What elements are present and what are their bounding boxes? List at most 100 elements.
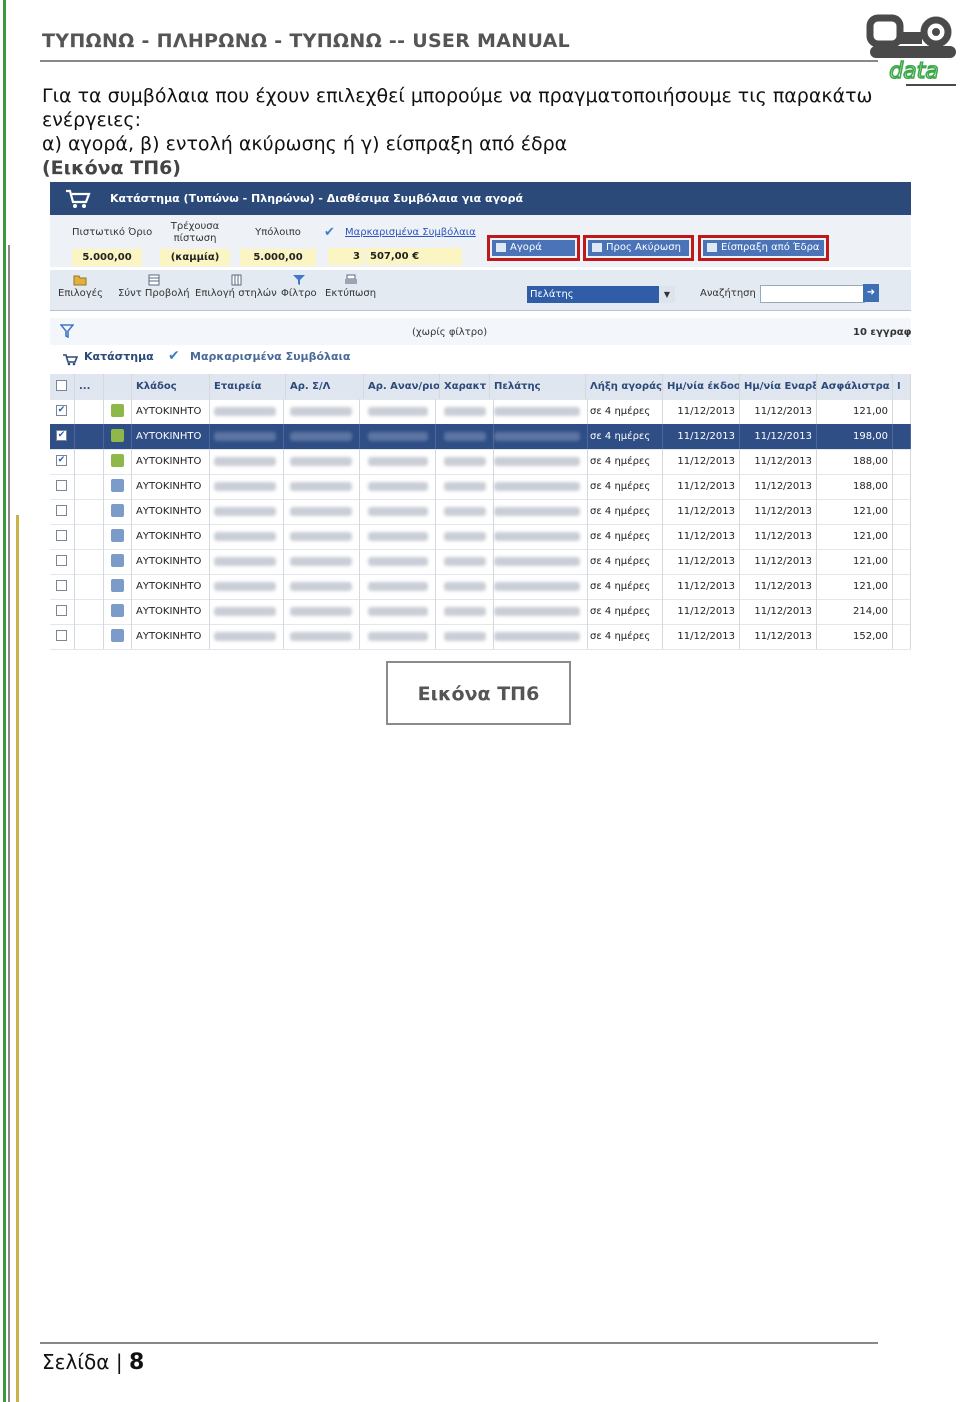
compact-view-tool[interactable]: Σύντ Προβολή — [118, 274, 190, 299]
redacted-value — [494, 532, 580, 541]
expiry-cell: σε 4 ημέρες — [586, 499, 663, 524]
row-spacer-cell — [75, 524, 104, 549]
premium-cell: 214,00 — [817, 599, 893, 624]
column-header[interactable]: Αρ. Αναν/ριου — [364, 374, 440, 399]
column-header[interactable]: Ημ/νία έκδοσ — [663, 374, 740, 399]
extra-cell — [893, 624, 911, 649]
table-row[interactable]: ΑΥΤΟΚΙΝΗΤΟ σε 4 ημέρες 11/12/2013 11/12/201… — [50, 549, 911, 575]
tab-store[interactable]: Κατάστημα — [84, 350, 154, 363]
column-header[interactable]: Αρ. Σ/Λ — [286, 374, 364, 399]
row-checkbox[interactable] — [56, 530, 67, 541]
table-row[interactable]: ΑΥΤΟΚΙΝΗΤΟ σε 4 ημέρες 11/12/2013 11/12/201… — [50, 474, 911, 500]
redacted-cell — [210, 549, 284, 574]
buy-button[interactable]: Αγορά — [487, 235, 580, 261]
buy-label: Αγορά — [510, 242, 542, 253]
print-label: Εκτύπωση — [325, 288, 377, 299]
cancel-icon — [592, 243, 602, 252]
redacted-cell — [286, 424, 360, 449]
start-date-cell: 11/12/2013 — [740, 524, 817, 549]
redacted-cell — [210, 499, 284, 524]
tab-marked-contracts[interactable]: Μαρκαρισμένα Συμβόλαια — [190, 350, 350, 363]
row-select-cell: ✔ — [50, 449, 75, 474]
print-tool[interactable]: Εκτύπωση — [325, 274, 376, 299]
search-input[interactable] — [760, 285, 865, 303]
redacted-value — [214, 482, 276, 491]
redacted-cell — [364, 524, 436, 549]
redacted-cell — [490, 624, 588, 649]
columns-icon — [231, 274, 242, 286]
left-margin-bar-green — [3, 0, 6, 1402]
column-header[interactable]: Εταιρεία — [210, 374, 286, 399]
redacted-value — [214, 457, 276, 466]
column-header[interactable]: ... — [75, 374, 104, 399]
search-field-select[interactable]: Πελάτης ▼ — [527, 286, 675, 303]
row-checkbox[interactable] — [56, 605, 67, 616]
redacted-value — [214, 507, 276, 516]
redacted-value — [368, 457, 428, 466]
select-all-cell[interactable] — [50, 374, 75, 399]
row-checkbox[interactable]: ✔ — [56, 430, 67, 441]
row-checkbox[interactable] — [56, 580, 67, 591]
premium-cell: 121,00 — [817, 574, 893, 599]
column-header[interactable]: Κλάδος — [132, 374, 210, 399]
table-row[interactable]: ✔ ΑΥΤΟΚΙΝΗΤΟ σε 4 ημέρες 11/12/2013 11/12/20… — [50, 449, 911, 475]
buy-icon — [496, 243, 506, 252]
package-icon — [111, 404, 124, 417]
search-go-icon[interactable]: ➜ — [863, 284, 879, 302]
redacted-value — [368, 482, 428, 491]
redacted-cell — [490, 524, 588, 549]
redacted-value — [290, 607, 352, 616]
chevron-down-icon: ▼ — [659, 286, 675, 303]
expiry-cell: σε 4 ημέρες — [586, 424, 663, 449]
column-header[interactable]: Ασφάλιστρα — [817, 374, 893, 399]
grid-tabs: Κατάστημα ✔ Μαρκαρισμένα Συμβόλαια — [50, 347, 911, 371]
row-icon-cell — [104, 449, 132, 474]
table-row[interactable]: ✔ ΑΥΤΟΚΙΝΗΤΟ σε 4 ημέρες 11/12/2013 11/12/20… — [50, 399, 911, 425]
redacted-cell — [440, 499, 494, 524]
cancel-request-button[interactable]: Προς Ακύρωση — [583, 235, 694, 261]
select-all-checkbox[interactable] — [56, 380, 67, 391]
row-icon-cell — [104, 524, 132, 549]
table-row[interactable]: ΑΥΤΟΚΙΝΗΤΟ σε 4 ημέρες 11/12/2013 11/12/201… — [50, 499, 911, 525]
collect-from-office-button[interactable]: Είσπραξη από Έδρα — [698, 235, 829, 261]
row-checkbox[interactable] — [56, 630, 67, 641]
column-header[interactable]: Ημ/νία Εναρξ — [740, 374, 817, 399]
row-checkbox[interactable]: ✔ — [56, 405, 67, 416]
table-row[interactable]: ΑΥΤΟΚΙΝΗΤΟ σε 4 ημέρες 11/12/2013 11/12/201… — [50, 574, 911, 600]
table-row[interactable]: ΑΥΤΟΚΙΝΗΤΟ σε 4 ημέρες 11/12/2013 11/12/201… — [50, 524, 911, 550]
marked-contracts-link[interactable]: Μαρκαρισμένα Συμβόλαια — [345, 227, 476, 238]
column-select-tool[interactable]: Επιλογή στηλών — [195, 274, 277, 299]
row-checkbox[interactable] — [56, 505, 67, 516]
start-date-cell: 11/12/2013 — [740, 599, 817, 624]
issue-date-cell: 11/12/2013 — [663, 399, 740, 424]
table-row[interactable]: ΑΥΤΟΚΙΝΗΤΟ σε 4 ημέρες 11/12/2013 11/12/201… — [50, 599, 911, 625]
current-credit-value: (καμμία) — [160, 249, 230, 266]
table-row[interactable]: ✔ ΑΥΤΟΚΙΝΗΤΟ σε 4 ημέρες 11/12/2013 11/12/20… — [50, 424, 911, 450]
row-spacer-cell — [75, 424, 104, 449]
funnel-icon[interactable] — [60, 324, 74, 338]
redacted-cell — [286, 399, 360, 424]
row-icon-cell — [104, 624, 132, 649]
row-checkbox[interactable]: ✔ — [56, 455, 67, 466]
column-header[interactable]: Πελάτης — [490, 374, 586, 399]
expiry-cell: σε 4 ημέρες — [586, 399, 663, 424]
figure-caption: Εικόνα ΤΠ6 — [417, 683, 540, 705]
redacted-value — [368, 607, 428, 616]
redacted-cell — [286, 574, 360, 599]
column-header[interactable]: Ι — [893, 374, 911, 399]
redacted-cell — [286, 549, 360, 574]
redacted-value — [290, 482, 352, 491]
issue-date-cell: 11/12/2013 — [663, 424, 740, 449]
row-select-cell: ✔ — [50, 424, 75, 449]
redacted-value — [494, 432, 580, 441]
column-header[interactable]: Λήξη αγοράς — [586, 374, 663, 399]
redacted-cell — [440, 449, 494, 474]
column-header[interactable]: Χαρακτ — [440, 374, 490, 399]
row-checkbox[interactable] — [56, 480, 67, 491]
table-row[interactable]: ΑΥΤΟΚΙΝΗΤΟ σε 4 ημέρες 11/12/2013 11/12/201… — [50, 624, 911, 650]
filter-tool[interactable]: Φίλτρο — [281, 274, 317, 299]
options-tool[interactable]: Επιλογές — [58, 274, 103, 299]
compact-view-label: Σύντ Προβολή — [118, 288, 190, 299]
page-footer: Σελίδα | 8 — [42, 1350, 144, 1375]
row-checkbox[interactable] — [56, 555, 67, 566]
